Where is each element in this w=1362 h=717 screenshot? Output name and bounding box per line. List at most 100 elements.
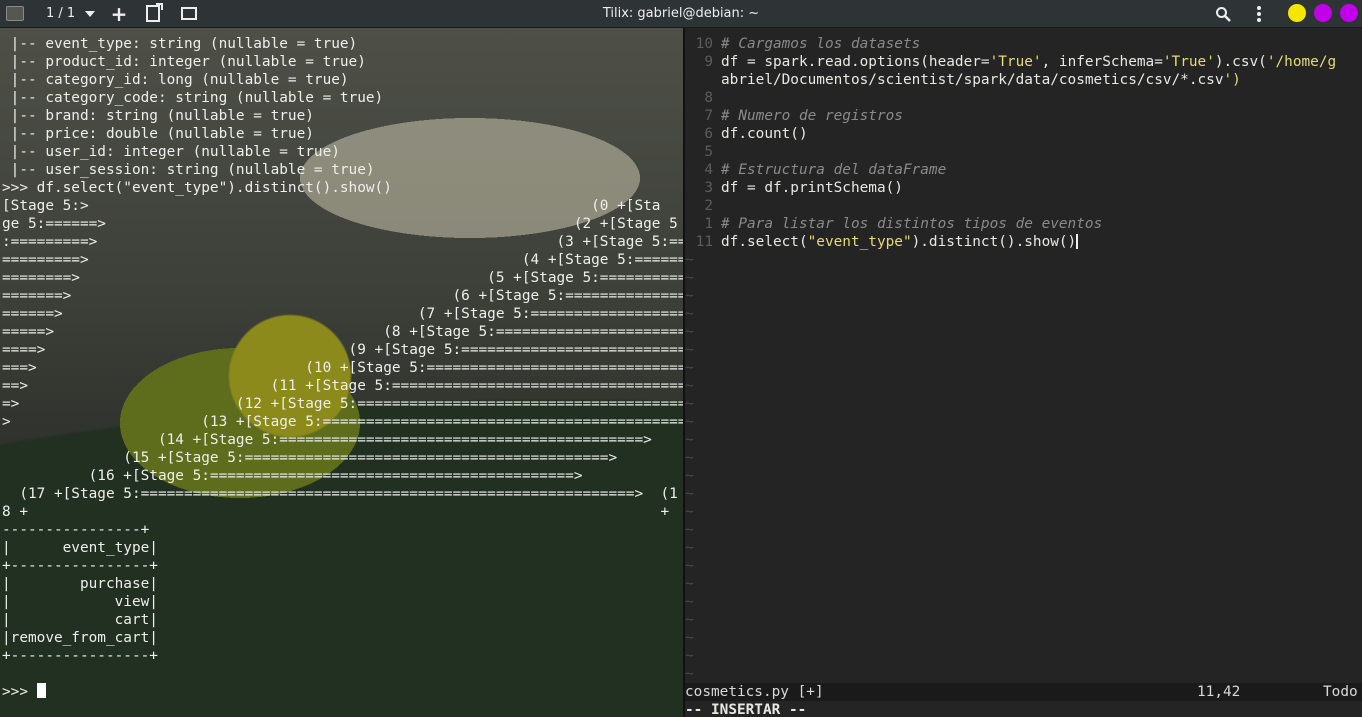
code-text: df.select("event_type").distinct().show(… xyxy=(721,234,1079,250)
schema-line: |-- user_session: string (nullable = tru… xyxy=(2,162,375,178)
line-number: 5 xyxy=(704,144,713,160)
split-pane-icon[interactable] xyxy=(145,0,163,27)
table-line: +----------------+ xyxy=(2,648,158,664)
close-button[interactable] xyxy=(1340,4,1358,22)
terminal-cursor xyxy=(36,683,46,698)
tilde-marker: ~ xyxy=(685,540,694,556)
line-number: 2 xyxy=(704,198,713,214)
progress-line: =========> (4 +[Stage 5:======= xyxy=(2,252,683,268)
table-line: | event_type| xyxy=(2,540,158,556)
progress-line: =======> (6 +[Stage 5:=============== xyxy=(2,288,683,304)
line-number: 6 xyxy=(704,126,713,142)
tilde-marker: ~ xyxy=(685,324,694,340)
progress-line: 8 + + xyxy=(2,504,670,520)
window-title: Tilix: gabriel@debian: ~ xyxy=(602,6,760,21)
schema-line: |-- category_code: string (nullable = tr… xyxy=(2,90,384,106)
new-session-icon[interactable] xyxy=(181,0,197,27)
code-text: df = df.printSchema() xyxy=(721,180,903,196)
progress-line: ==> (11 +[Stage 5:======================… xyxy=(2,378,683,394)
table-line: ----------------+ xyxy=(2,522,150,538)
tilde-marker: ~ xyxy=(685,504,694,520)
progress-line: ======> (7 +[Stage 5:=================== xyxy=(2,306,683,322)
tilde-marker: ~ xyxy=(685,342,694,358)
table-line: | cart| xyxy=(2,612,158,628)
code-text: # Para listar los distintos tipos de eve… xyxy=(721,216,1103,232)
tilde-marker: ~ xyxy=(685,288,694,304)
minimize-button[interactable] xyxy=(1288,4,1306,22)
tilde-marker: ~ xyxy=(685,612,694,628)
progress-line: [Stage 5:> (0 +[Sta xyxy=(2,198,661,214)
progress-line: (15 +[Stage 5:==========================… xyxy=(2,450,618,466)
line-number: 11 xyxy=(695,234,713,250)
code-text: # Estructura del dataFrame xyxy=(721,162,947,178)
tilde-marker: ~ xyxy=(685,522,694,538)
progress-line: => (12 +[Stage 5:=======================… xyxy=(2,396,683,412)
line-number: 9 xyxy=(704,54,713,70)
progress-line: :=========> (3 +[Stage 5:=== xyxy=(2,234,683,250)
line-number: 10 xyxy=(695,36,713,52)
line-number: 4 xyxy=(704,162,713,178)
line-number: 3 xyxy=(704,180,713,196)
schema-line: |-- event_type: string (nullable = true) xyxy=(2,36,358,52)
progress-line: (16 +[Stage 5:==========================… xyxy=(2,468,583,484)
progress-line: ===> (10 +[Stage 5:=====================… xyxy=(2,360,683,376)
progress-line: ========> (5 +[Stage 5:=========== xyxy=(2,270,683,286)
progress-line: > (13 +[Stage 5:========================… xyxy=(2,414,683,430)
tilde-marker: ~ xyxy=(685,360,694,376)
tilde-marker: ~ xyxy=(685,630,694,646)
progress-line: (14 +[Stage 5:==========================… xyxy=(2,432,652,448)
status-extent: Todo xyxy=(1323,684,1358,700)
code-text: df = spark.read.options(header='True', i… xyxy=(721,54,1337,70)
python-command: >>> df.select("event_type").distinct().s… xyxy=(2,180,392,196)
tilde-marker: ~ xyxy=(685,486,694,502)
terminal-pane[interactable]: |-- event_type: string (nullable = true)… xyxy=(0,28,683,717)
tilde-marker: ~ xyxy=(685,648,694,664)
tilde-marker: ~ xyxy=(685,666,694,682)
line-number: 8 xyxy=(704,90,713,106)
add-terminal-button[interactable]: + xyxy=(110,0,128,27)
progress-line: =====> (8 +[Stage 5:====================… xyxy=(2,324,683,340)
editor-pane[interactable]: 10 # Cargamos los datasets 9 df = spark.rea… xyxy=(685,28,1362,717)
tilde-marker: ~ xyxy=(685,558,694,574)
code-text: # Numero de registros xyxy=(721,108,903,124)
schema-output: |-- event_type: string (nullable = true)… xyxy=(2,36,384,178)
table-line: | view| xyxy=(2,594,158,610)
terminal-output: |-- event_type: string (nullable = true)… xyxy=(2,35,683,701)
search-icon[interactable] xyxy=(1214,0,1232,27)
tilde-marker: ~ xyxy=(685,576,694,592)
code-text: df.count() xyxy=(721,126,808,142)
line-number: 1 xyxy=(704,216,713,232)
status-filename: cosmetics.py [+] xyxy=(685,684,824,700)
code-text: abriel/Documentos/scientist/spark/data/c… xyxy=(721,72,1241,88)
terminal-app-icon[interactable] xyxy=(6,0,24,27)
session-counter[interactable]: 1 / 1 xyxy=(46,0,75,27)
tilde-marker: ~ xyxy=(685,450,694,466)
status-cursor-position: 11,42 xyxy=(1197,684,1241,700)
tilde-marker: ~ xyxy=(685,414,694,430)
maximize-button[interactable] xyxy=(1314,4,1332,22)
code-text: # Cargamos los datasets xyxy=(721,36,921,52)
table-line: +----------------+ xyxy=(2,558,158,574)
spark-progress-output: [Stage 5:> (0 +[Sta ge 5:======> (2 +[St… xyxy=(2,198,683,520)
table-line: | purchase| xyxy=(2,576,158,592)
tilde-marker: ~ xyxy=(685,252,694,268)
tilde-marker: ~ xyxy=(685,378,694,394)
schema-line: |-- product_id: integer (nullable = true… xyxy=(2,54,366,70)
vim-status-line: cosmetics.py [+] 11,42 Todo xyxy=(685,683,1362,701)
tilde-marker: ~ xyxy=(685,396,694,412)
vim-mode-indicator: -- INSERTAR -- xyxy=(685,702,807,717)
tilde-marker: ~ xyxy=(685,306,694,322)
line-number: 7 xyxy=(704,108,713,124)
schema-line: |-- user_id: integer (nullable = true) xyxy=(2,144,340,160)
tilde-marker: ~ xyxy=(685,468,694,484)
table-line: |remove_from_cart| xyxy=(2,630,158,646)
progress-line: (17 +[Stage 5:==========================… xyxy=(2,486,678,502)
menu-kebab-icon[interactable] xyxy=(1252,0,1266,27)
progress-line: ====> (9 +[Stage 5:=====================… xyxy=(2,342,683,358)
schema-line: |-- price: double (nullable = true) xyxy=(2,126,314,142)
session-dropdown-icon[interactable] xyxy=(84,0,96,27)
progress-line: ge 5:======> (2 +[Stage 5 xyxy=(2,216,678,232)
editor-cursor xyxy=(1076,234,1079,249)
title-bar: 1 / 1 + Tilix: gabriel@debian: ~ xyxy=(0,0,1362,28)
result-table: ----------------+ | event_type| +-------… xyxy=(2,522,158,664)
